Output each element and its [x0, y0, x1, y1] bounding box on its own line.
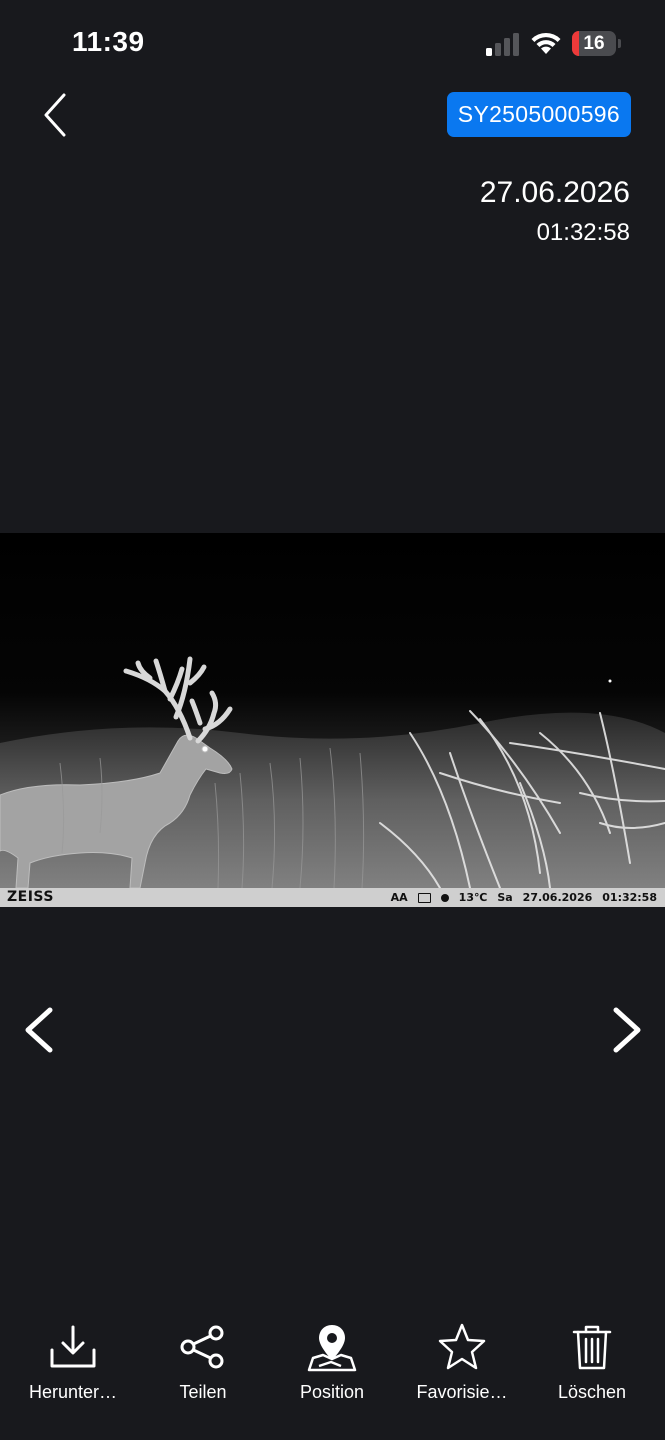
wifi-icon — [531, 32, 561, 54]
sd-card-icon — [417, 892, 431, 903]
photo-info-strip: ZEISS AA 13℃ Sa 27.06.2026 01:32:58 — [0, 888, 665, 907]
back-button[interactable] — [34, 88, 78, 144]
chevron-left-icon — [44, 93, 66, 137]
cellular-signal-icon — [486, 33, 519, 56]
share-button[interactable]: Teilen — [139, 1318, 267, 1408]
moon-phase-icon — [440, 893, 449, 902]
trash-icon — [572, 1325, 612, 1370]
favorite-label: Favorisie… — [416, 1382, 508, 1402]
next-photo-button[interactable] — [606, 1000, 646, 1060]
favorite-button[interactable]: Favorisie… — [398, 1318, 526, 1408]
delete-button[interactable]: Löschen — [528, 1318, 656, 1408]
capture-time: 01:32:58 — [536, 219, 630, 246]
chevron-left-icon — [25, 1007, 53, 1053]
photo-weekday: Sa — [497, 891, 513, 904]
photo-temperature: 13℃ — [458, 891, 488, 904]
device-id-badge[interactable]: SY2505000596 — [446, 92, 631, 137]
photo-date: 27.06.2026 — [522, 891, 593, 904]
photo-time: 01:32:58 — [602, 891, 657, 904]
previous-photo-button[interactable] — [20, 1000, 60, 1060]
status-bar: 11:39 16 — [0, 0, 665, 88]
delete-label: Löschen — [557, 1382, 627, 1402]
map-pin-icon — [307, 1325, 357, 1372]
trail-camera-photo: ZEISS AA 13℃ Sa 27.06.2026 01:32:58 — [0, 533, 665, 907]
position-button[interactable]: Position — [268, 1318, 396, 1408]
download-button[interactable]: Herunter… — [9, 1318, 137, 1408]
download-icon — [50, 1325, 96, 1368]
capture-date: 27.06.2026 — [479, 176, 630, 209]
chevron-right-icon — [613, 1007, 641, 1053]
star-icon — [438, 1323, 486, 1370]
camera-brand: ZEISS — [7, 889, 54, 905]
position-label: Position — [299, 1382, 365, 1402]
battery-level: 16 — [583, 33, 605, 54]
share-icon — [180, 1325, 224, 1369]
share-label: Teilen — [179, 1382, 227, 1402]
photo-mode: AA — [390, 891, 408, 904]
battery-icon: 16 — [572, 31, 621, 56]
status-time: 11:39 — [72, 26, 145, 57]
download-label: Herunter… — [28, 1382, 118, 1402]
bottom-toolbar: Herunter… Teilen Position Favorisie… Lös… — [0, 1318, 665, 1408]
photo-scene — [0, 533, 665, 888]
